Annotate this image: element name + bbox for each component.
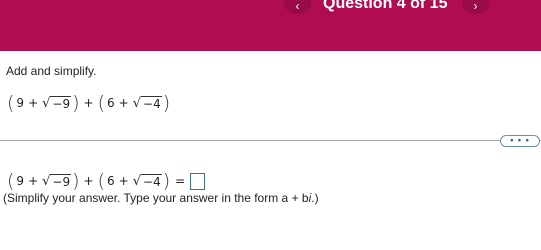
close-paren: )	[72, 169, 80, 192]
answer-input-box[interactable]	[190, 172, 206, 190]
question-counter: Question 4 of 15	[323, 0, 448, 12]
problem-instruction: Add and simplify.	[6, 64, 97, 78]
radicand-b: −4	[141, 173, 162, 189]
square-root-b: √ −4	[132, 95, 162, 111]
plus-sign: +	[83, 96, 94, 110]
radicand-a: −9	[50, 95, 72, 111]
plus-sign: +	[28, 174, 39, 188]
more-options-button[interactable]: • • •	[500, 135, 540, 147]
open-paren: (	[97, 169, 106, 192]
plus-sign: +	[118, 96, 129, 110]
radical-sign: √	[132, 95, 142, 111]
answer-expression: ( 9 + √ −9 ) + ( 6 + √ −4 ) =	[6, 169, 206, 192]
chevron-right-icon: ›	[473, 0, 478, 13]
radical-sign: √	[42, 95, 51, 111]
equals-sign: =	[175, 174, 186, 188]
close-paren: )	[162, 169, 171, 192]
radical-sign: √	[42, 173, 51, 189]
square-root-a: √ −9	[42, 173, 72, 189]
open-paren: (	[97, 91, 106, 114]
term-a: 9	[16, 174, 25, 188]
close-paren: )	[72, 91, 80, 114]
radicand-a: −9	[50, 173, 72, 189]
open-paren: (	[7, 169, 15, 192]
radicand-b: −4	[141, 95, 162, 111]
problem-expression: ( 9 + √ −9 ) + ( 6 + √ −4 )	[6, 92, 171, 114]
term-b: 6	[107, 96, 115, 110]
next-question-button[interactable]: ›	[462, 0, 489, 14]
radical-sign: √	[132, 173, 142, 189]
answer-format-hint: (Simplify your answer. Type your answer …	[3, 190, 319, 206]
square-root-b: √ −4	[132, 173, 162, 189]
previous-question-button[interactable]: ‹	[284, 0, 311, 14]
hint-suffix: .)	[311, 191, 319, 205]
term-b: 6	[107, 174, 115, 188]
hint-text: (Simplify your answer. Type your answer …	[3, 191, 309, 205]
chevron-left-icon: ‹	[295, 0, 300, 13]
close-paren: )	[162, 91, 171, 114]
plus-sign: +	[118, 174, 129, 188]
square-root-a: √ −9	[42, 95, 72, 111]
open-paren: (	[7, 91, 15, 114]
term-a: 9	[16, 96, 25, 110]
plus-sign: +	[83, 174, 94, 188]
question-header: ‹ Question 4 of 15 ›	[0, 0, 541, 51]
plus-sign: +	[28, 96, 39, 110]
section-divider	[0, 140, 541, 141]
